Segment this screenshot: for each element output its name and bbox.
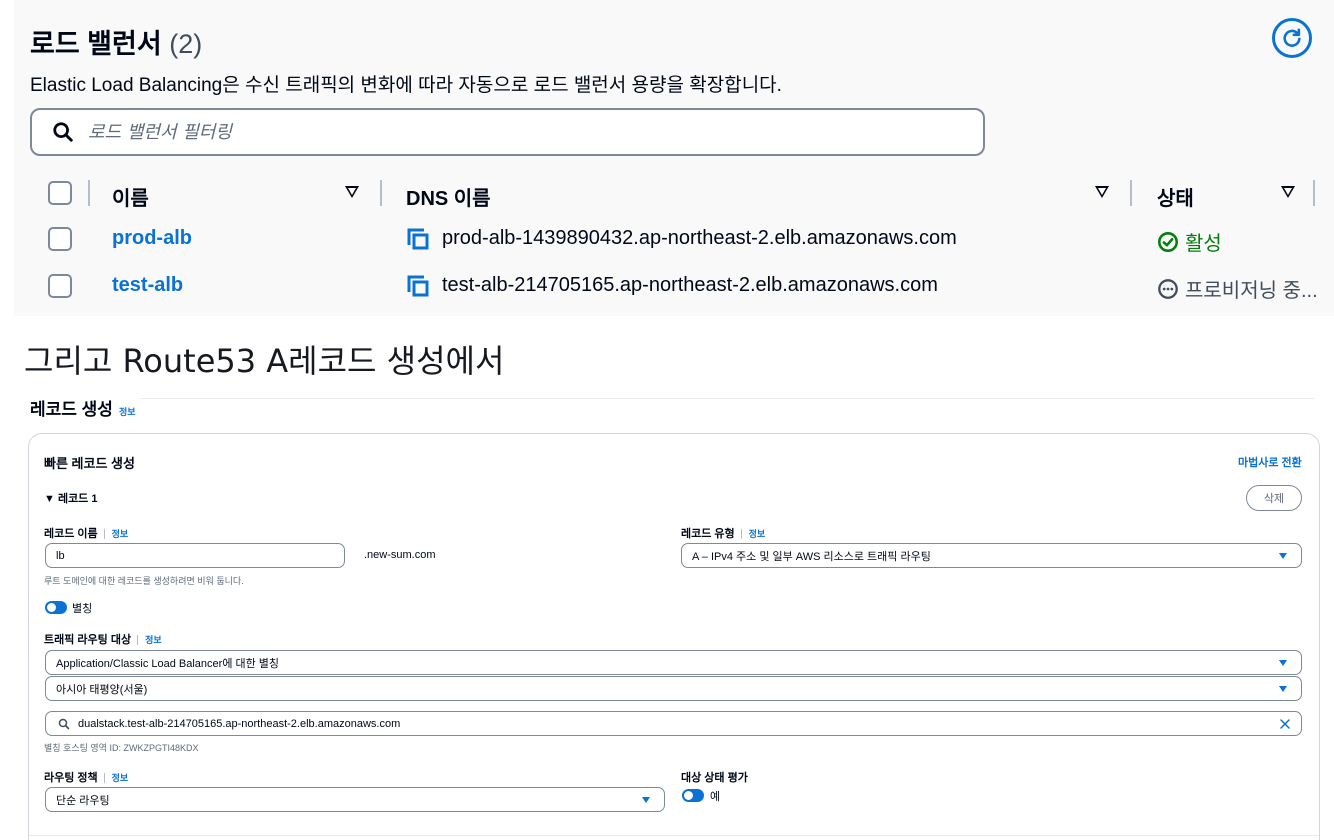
table-row[interactable]: prod-alb prod-alb-1439890432.ap-northeas… — [30, 215, 1334, 261]
column-header-status[interactable]: 상태 — [1157, 182, 1194, 211]
health-evaluation-label: 대상 상태 평가 — [681, 772, 748, 784]
routing-policy-select[interactable]: 단순 라우팅 — [45, 787, 665, 812]
domain-suffix: .new-sum.com — [364, 549, 436, 561]
table-header: 이름 DNS 이름 상태 — [30, 168, 1334, 214]
column-divider[interactable] — [1313, 180, 1315, 206]
column-header-name[interactable]: 이름 — [112, 182, 149, 211]
info-link[interactable]: 정보 — [119, 407, 136, 417]
row-checkbox[interactable] — [48, 227, 72, 251]
status-badge: 활성 — [1157, 227, 1222, 256]
divider — [140, 398, 1314, 399]
endpoint-type-value: Application/Classic Load Balancer에 대한 별칭 — [56, 657, 280, 670]
info-link[interactable]: 정보 — [103, 773, 129, 783]
caret-down-icon — [642, 797, 650, 803]
switch-to-wizard-link[interactable]: 마법사로 전환 — [1238, 454, 1302, 470]
search-icon — [58, 718, 70, 729]
lb-name-link[interactable]: prod-alb — [112, 227, 192, 250]
alias-label: 별칭 — [72, 603, 93, 615]
endpoint-type-select[interactable]: Application/Classic Load Balancer에 대한 별칭 — [45, 650, 1302, 675]
load-balancer-panel: 로드 밸런서 (2) Elastic Load Balancing은 수신 트래… — [14, 0, 1334, 316]
target-label: 트래픽 라우팅 대상 정보 — [44, 634, 162, 646]
delete-button[interactable]: 삭제 — [1246, 485, 1302, 511]
route53-page-title: 레코드 생성 정보 — [30, 400, 136, 419]
record-name-value: lb — [56, 549, 65, 562]
dns-name: prod-alb-1439890432.ap-northeast-2.elb.a… — [442, 227, 957, 249]
region-select[interactable]: 아시아 태평양(서울) — [45, 676, 1302, 701]
caret-down-icon — [1279, 553, 1287, 559]
quick-record-card: 빠른 레코드 생성 마법사로 전환 ▼ 레코드 1 삭제 레코드 이름 정보 lb… — [28, 433, 1320, 840]
copy-icon[interactable] — [406, 227, 430, 251]
select-all-checkbox[interactable] — [48, 181, 72, 205]
lb-count: (2) — [169, 29, 203, 59]
record-type-select[interactable]: A – IPv4 주소 및 일부 AWS 리소스로 트래픽 라우팅 — [681, 543, 1302, 568]
sort-down-icon[interactable] — [1095, 186, 1109, 198]
card-title: 빠른 레코드 생성 — [44, 456, 135, 471]
lb-search-field[interactable] — [30, 108, 985, 156]
record-name-input[interactable]: lb — [45, 543, 345, 568]
column-divider — [88, 180, 90, 206]
divider — [29, 835, 1319, 836]
load-balancer-value: dualstack.test-alb-214705165.ap-northeas… — [78, 717, 401, 730]
row-checkbox[interactable] — [48, 274, 72, 298]
record-name-hint: 루트 도메인에 대한 레코드를 생성하려면 비워 둡니다. — [44, 576, 244, 586]
page-title: 로드 밸런서 (2) — [30, 29, 203, 59]
region-value: 아시아 태평양(서울) — [56, 683, 148, 696]
lb-description: Elastic Load Balancing은 수신 트래픽의 변화에 따라 자… — [30, 75, 782, 96]
hosted-zone-id: 별칭 호스팅 영역 ID: ZWKZPGTI48KDX — [44, 743, 199, 753]
info-link[interactable]: 정보 — [137, 635, 162, 645]
health-evaluation-toggle[interactable] — [682, 789, 704, 802]
dns-name: test-alb-214705165.ap-northeast-2.elb.am… — [442, 274, 938, 296]
record-1-expander[interactable]: ▼ 레코드 1 — [44, 490, 97, 506]
column-divider[interactable] — [380, 180, 382, 206]
record-name-label: 레코드 이름 정보 — [44, 528, 129, 540]
ellipsis-circle-icon — [1158, 278, 1178, 299]
info-link[interactable]: 정보 — [103, 529, 129, 539]
clear-icon[interactable] — [1279, 718, 1291, 730]
lb-name-link[interactable]: test-alb — [112, 274, 183, 297]
record-type-label: 레코드 유형 정보 — [681, 528, 766, 540]
alias-toggle[interactable] — [45, 601, 67, 614]
sort-down-icon[interactable] — [1281, 186, 1295, 198]
caret-down-icon — [1279, 686, 1287, 692]
table-row[interactable]: test-alb test-alb-214705165.ap-northeast… — [30, 262, 1334, 308]
status-text: 활성 — [1185, 233, 1222, 255]
refresh-button[interactable] — [1272, 18, 1312, 58]
column-divider[interactable] — [1130, 180, 1132, 206]
check-circle-icon — [1158, 231, 1178, 252]
sort-down-icon[interactable] — [345, 186, 359, 198]
info-link[interactable]: 정보 — [740, 529, 766, 539]
status-text: 프로비저닝 중... — [1185, 280, 1318, 302]
copy-icon[interactable] — [406, 274, 430, 298]
routing-policy-label: 라우팅 정책 정보 — [44, 772, 129, 784]
health-evaluation-value: 예 — [710, 791, 721, 803]
caption-text: 그리고 Route53 A레코드 생성에서 — [24, 342, 505, 380]
lb-search-input[interactable] — [88, 121, 968, 143]
load-balancer-search[interactable]: dualstack.test-alb-214705165.ap-northeas… — [45, 711, 1302, 736]
routing-policy-value: 단순 라우팅 — [56, 794, 110, 807]
status-badge: 프로비저닝 중... — [1157, 274, 1318, 303]
refresh-icon — [1283, 28, 1301, 47]
column-header-dns[interactable]: DNS 이름 — [406, 182, 491, 211]
search-icon — [53, 122, 73, 142]
record-type-value: A – IPv4 주소 및 일부 AWS 리소스로 트래픽 라우팅 — [692, 550, 931, 563]
caret-down-icon — [1279, 660, 1287, 666]
